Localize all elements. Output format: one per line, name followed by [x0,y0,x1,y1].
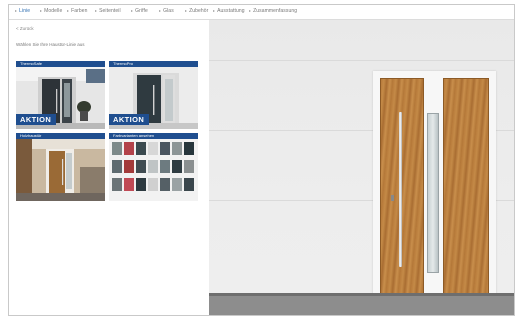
selection-panel: < Zurück Wählen Sie Ihre Haustür-Linie a… [9,20,209,315]
side-panel [443,78,489,303]
tab-1[interactable]: ▸ Modelle [40,8,62,14]
color-swatch[interactable] [184,178,194,191]
color-swatch[interactable] [112,160,122,173]
chevron-right-icon: ▸ [67,8,70,13]
tab-label: Modelle [44,8,63,14]
door-leaf [380,78,424,303]
color-swatch[interactable] [148,142,158,155]
chevron-right-icon: ▸ [15,8,18,13]
color-variants-card[interactable]: Farbvarianten ansehen [109,133,198,201]
configurator-window: ▸ Linie ▸ Modelle ▸ Farben ▸ Seitenteil ▸ Griffe ▸… [8,4,515,316]
chevron-right-icon: ▸ [185,8,188,13]
chevron-right-icon: ▸ [249,8,252,13]
tab-label: Zusammenfassung [253,8,298,14]
tab-3[interactable]: ▸ Seitenteil [95,8,121,14]
tab-label: Zubehör [189,8,209,14]
color-swatch[interactable] [172,178,182,191]
color-swatch[interactable] [172,142,182,155]
color-swatch[interactable] [112,178,122,191]
color-swatch[interactable] [148,160,158,173]
color-swatch[interactable] [172,160,182,173]
intro-text: Wählen Sie Ihre Haustür-Linie aus [16,42,85,47]
chevron-right-icon: ▸ [95,8,98,13]
tab-label: Ausstattung [217,8,245,14]
line-card-holzhaustuer[interactable]: Holzhaustür [16,133,105,201]
line-card-thermosafe[interactable]: ThermoSafe AKTION [16,61,105,129]
glass-strip [427,113,439,273]
chevron-right-icon: ▸ [213,8,216,13]
line-card-thermopro[interactable]: ThermoPro AKTION [109,61,198,129]
wall-joint [209,60,514,61]
color-swatch[interactable] [136,178,146,191]
color-swatch[interactable] [184,160,194,173]
tab-4[interactable]: ▸ Griffe [131,8,148,14]
door-lock [391,195,394,201]
tab-label: Glas [163,8,174,14]
door-preview [209,20,514,315]
tab-6[interactable]: ▸ Zubehör [185,8,208,14]
promo-badge: AKTION [109,114,150,125]
door-photo [16,139,105,201]
card-title: Farbvarianten ansehen [109,133,198,139]
color-swatch[interactable] [160,142,170,155]
color-swatch[interactable] [136,142,146,155]
color-swatch[interactable] [184,142,194,155]
step-navigation: ▸ Linie ▸ Modelle ▸ Farben ▸ Seitenteil ▸ Griffe ▸… [9,5,514,20]
floor [209,296,514,315]
back-link[interactable]: < Zurück [16,26,34,31]
tab-label: Griffe [135,8,148,14]
color-swatch[interactable] [124,142,134,155]
color-swatch[interactable] [124,160,134,173]
tab-2[interactable]: ▸ Farben [67,8,88,14]
color-swatch[interactable] [148,178,158,191]
color-swatch[interactable] [160,178,170,191]
tab-label: Seitenteil [99,8,121,14]
chevron-right-icon: ▸ [40,8,43,13]
bar-handle [399,112,402,267]
chevron-right-icon: ▸ [159,8,162,13]
color-swatch[interactable] [124,178,134,191]
chevron-right-icon: ▸ [131,8,134,13]
tab-label: Linie [19,8,31,14]
color-swatch[interactable] [136,160,146,173]
tab-5[interactable]: ▸ Glas [159,8,174,14]
color-swatch[interactable] [160,160,170,173]
tab-7[interactable]: ▸ Ausstattung [213,8,245,14]
tab-8[interactable]: ▸ Zusammenfassung [249,8,297,14]
tab-0[interactable]: ▸ Linie [15,8,30,14]
promo-badge: AKTION [16,114,57,125]
color-swatch[interactable] [112,142,122,155]
tab-label: Farben [71,8,88,14]
